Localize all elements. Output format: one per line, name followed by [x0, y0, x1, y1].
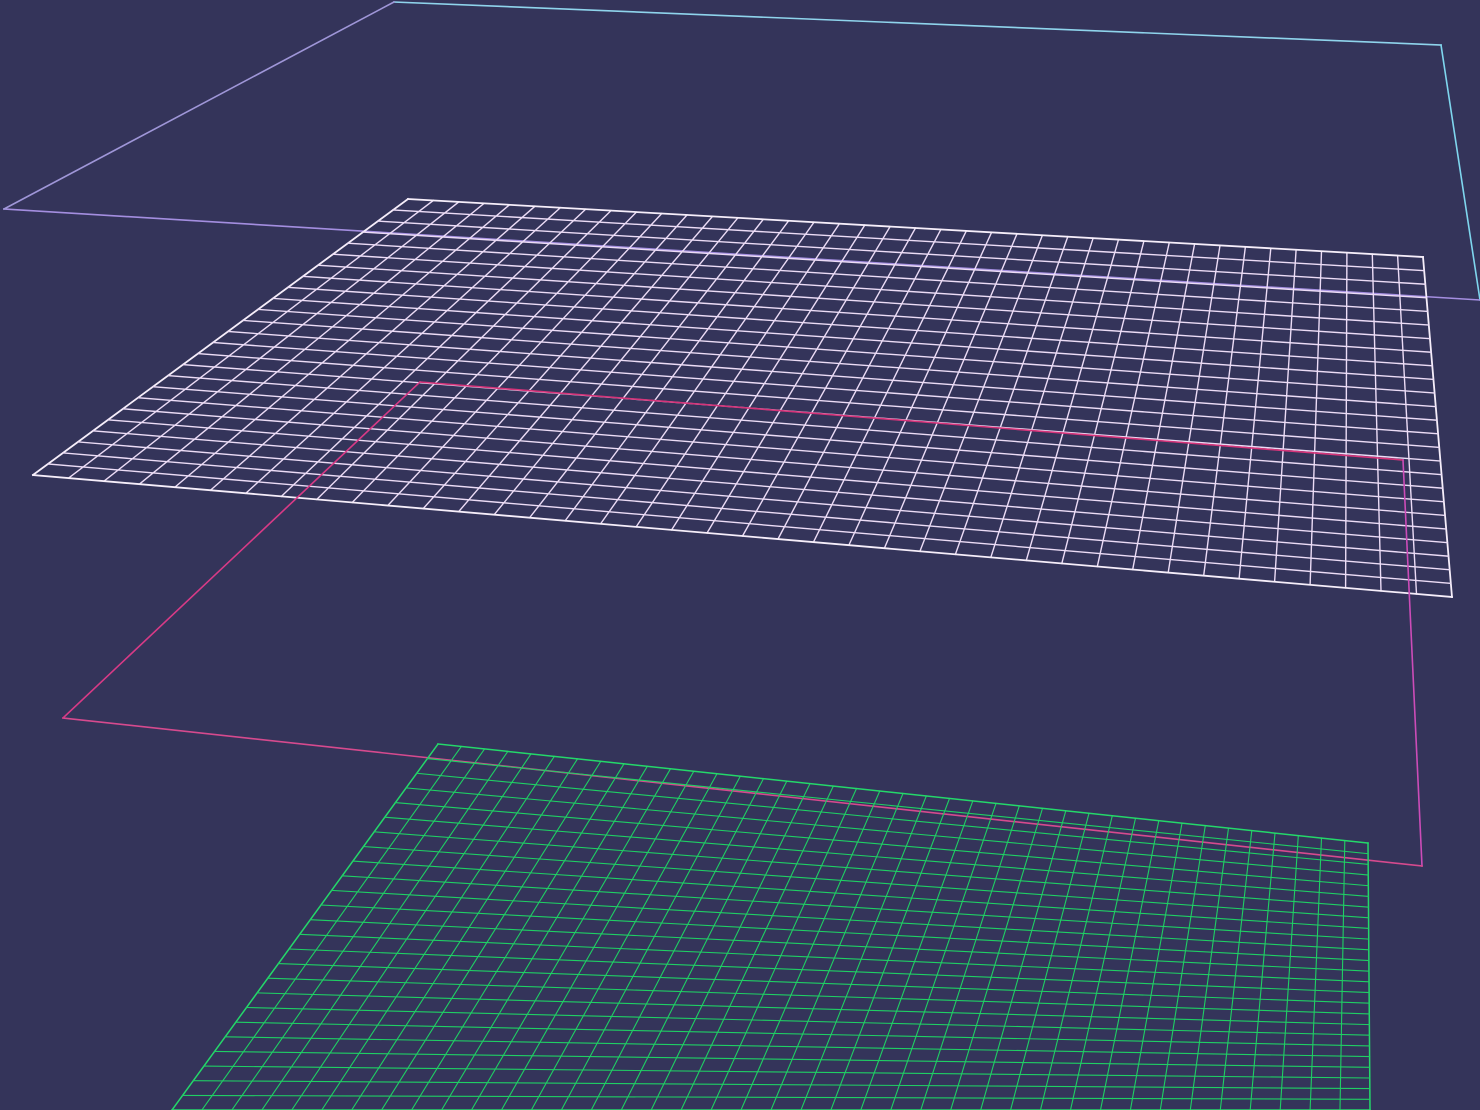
grid-border-line	[32, 474, 1453, 598]
grid-line	[1344, 251, 1348, 589]
grid-line	[1309, 250, 1323, 586]
grid-line	[261, 750, 509, 1110]
grid-line	[209, 205, 536, 492]
grid-line	[291, 753, 532, 1110]
grid-line	[1309, 837, 1323, 1110]
grid-line	[362, 845, 1370, 919]
grid-line	[245, 1006, 1370, 1036]
grid-line	[670, 224, 866, 531]
grid-line	[67, 199, 435, 480]
grid-line	[352, 860, 1370, 929]
grid-line	[320, 904, 1370, 962]
grid-line	[280, 208, 587, 498]
grid-line	[47, 463, 1452, 585]
grid-line	[138, 202, 486, 486]
grid-line	[500, 770, 695, 1110]
grid-line	[740, 790, 881, 1110]
grid-line	[362, 231, 1428, 299]
grid-line	[137, 396, 1445, 503]
grid-line	[1202, 246, 1247, 577]
plane-edge-right	[1440, 44, 1480, 301]
grid-border-line	[171, 742, 440, 1110]
grid-line	[167, 374, 1443, 476]
grid-line	[287, 286, 1434, 367]
grid-line	[299, 933, 1370, 983]
grid-line	[1339, 839, 1346, 1110]
grid-line	[231, 748, 486, 1110]
grid-line	[599, 221, 815, 525]
grid-line	[1069, 817, 1137, 1110]
grid-line	[650, 782, 811, 1110]
grid-line	[341, 875, 1370, 940]
grid-line	[410, 763, 625, 1110]
grid-line	[272, 297, 1435, 381]
grid-border-line	[31, 197, 410, 477]
green-grid-plane	[171, 742, 1371, 1110]
grid-line	[392, 209, 1425, 272]
grid-line	[201, 745, 463, 1110]
grid-line	[309, 919, 1370, 972]
magenta-outline-plane	[61, 380, 1423, 867]
plane-edge-left	[2, 0, 396, 211]
grid-line	[560, 775, 742, 1110]
grid-line	[680, 785, 835, 1110]
grid-line	[530, 772, 718, 1110]
grid-line	[331, 889, 1370, 951]
grid-line	[1189, 827, 1230, 1110]
plane-edge-front	[62, 717, 1423, 867]
grid-line	[152, 385, 1444, 489]
scene-canvas[interactable]	[0, 0, 1480, 1110]
grid-line	[1249, 832, 1276, 1110]
grid-line	[416, 772, 1369, 865]
grid-border-line	[1367, 842, 1371, 1110]
white-grid-plane	[31, 197, 1453, 598]
grid-line	[288, 948, 1370, 994]
grid-line	[470, 768, 672, 1110]
grid-line	[377, 220, 1427, 285]
grid-line	[62, 452, 1451, 571]
grid-line	[1219, 829, 1253, 1110]
3d-viewport[interactable]	[0, 0, 1480, 1110]
grid-line	[440, 765, 649, 1110]
grid-line	[405, 787, 1369, 876]
grid-line	[770, 792, 904, 1110]
grid-line	[1371, 253, 1382, 592]
grid-line	[384, 816, 1369, 897]
grid-line	[1273, 249, 1297, 583]
plane-edge-front	[3, 208, 1480, 301]
grid-line	[590, 777, 765, 1110]
grid-line	[103, 200, 460, 483]
grid-border-line	[437, 743, 1369, 844]
grid-line	[351, 758, 579, 1110]
grid-line	[235, 1021, 1371, 1047]
plane-edge-back	[393, 1, 1442, 46]
grid-border-line	[407, 198, 1424, 258]
grid-line	[426, 757, 1369, 855]
grid-line	[315, 209, 612, 501]
grid-line	[1238, 247, 1272, 580]
grid-line	[1279, 835, 1299, 1110]
grid-border-line	[1422, 256, 1453, 598]
